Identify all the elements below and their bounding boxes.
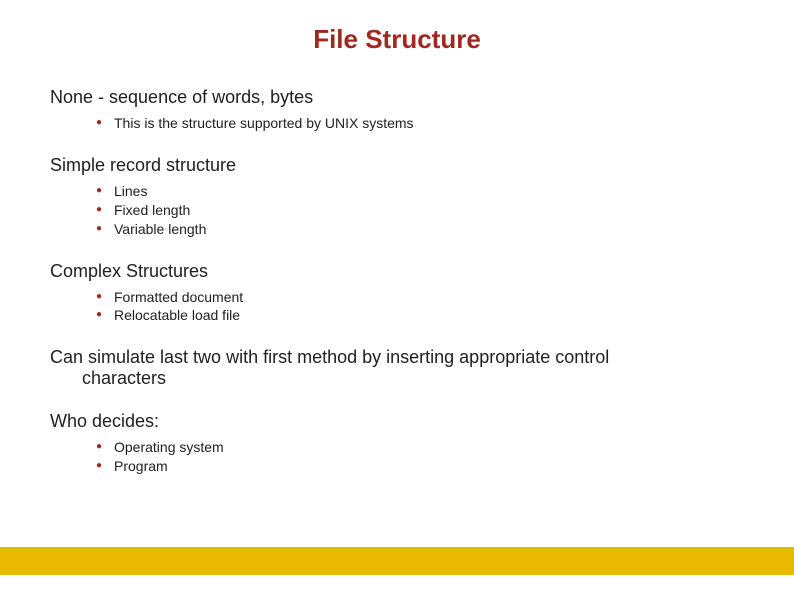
body-line: Can simulate last two with first method … [50, 347, 609, 367]
section-heading: Complex Structures [50, 261, 744, 282]
slide-title: File Structure [50, 24, 744, 55]
section-none: None - sequence of words, bytes This is … [50, 87, 744, 133]
body-paragraph: Can simulate last two with first method … [50, 347, 744, 389]
section-heading: Who decides: [50, 411, 744, 432]
section-who-decides: Who decides: Operating system Program [50, 411, 744, 476]
bullet-list: Operating system Program [50, 438, 744, 476]
list-item: Variable length [100, 220, 744, 239]
list-item: Relocatable load file [100, 306, 744, 325]
list-item: This is the structure supported by UNIX … [100, 114, 744, 133]
list-item: Lines [100, 182, 744, 201]
footer-bar [0, 547, 794, 575]
list-item: Operating system [100, 438, 744, 457]
section-simple-record: Simple record structure Lines Fixed leng… [50, 155, 744, 239]
list-item: Formatted document [100, 288, 744, 307]
section-heading: Simple record structure [50, 155, 744, 176]
bullet-list: Lines Fixed length Variable length [50, 182, 744, 239]
section-complex-structures: Complex Structures Formatted document Re… [50, 261, 744, 326]
bullet-list: This is the structure supported by UNIX … [50, 114, 744, 133]
section-heading: None - sequence of words, bytes [50, 87, 744, 108]
body-line: characters [50, 368, 744, 389]
bullet-list: Formatted document Relocatable load file [50, 288, 744, 326]
slide: File Structure None - sequence of words,… [0, 0, 794, 595]
list-item: Program [100, 457, 744, 476]
list-item: Fixed length [100, 201, 744, 220]
